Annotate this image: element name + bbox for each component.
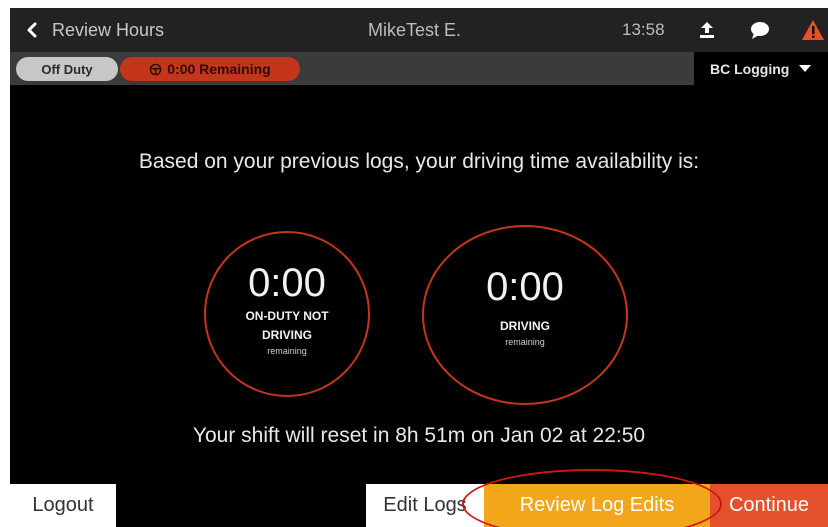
ruleset-dropdown[interactable]: BC Logging <box>694 52 828 85</box>
remaining-time-label: 0:00 Remaining <box>167 61 271 77</box>
warning-icon <box>802 20 824 40</box>
upload-button[interactable] <box>690 8 724 52</box>
driving-gauge: 0:00 DRIVING remaining <box>422 225 628 405</box>
messages-button[interactable] <box>743 8 777 52</box>
steering-wheel-icon <box>149 63 162 75</box>
alerts-button[interactable] <box>798 8 828 52</box>
on-duty-sub: remaining <box>267 346 307 356</box>
continue-label: Continue <box>728 494 810 516</box>
status-bar: Off Duty 0:00 Remaining BC Logging <box>10 52 828 85</box>
continue-button[interactable]: Continue <box>710 484 828 527</box>
on-duty-time: 0:00 <box>248 261 326 305</box>
chevron-left-icon <box>27 22 37 38</box>
clock-time: 13:58 <box>622 20 665 39</box>
driving-time: 0:00 <box>486 265 564 309</box>
driving-sub: remaining <box>505 337 545 347</box>
review-log-edits-button[interactable]: Review Log Edits <box>484 484 710 527</box>
remaining-time-badge[interactable]: 0:00 Remaining <box>120 57 300 81</box>
driving-label: DRIVING <box>499 319 550 333</box>
duty-status-label: Off Duty <box>41 61 93 77</box>
caret-down-icon <box>799 64 812 72</box>
logout-button[interactable]: Logout <box>10 484 116 527</box>
edit-logs-button[interactable]: Edit Logs <box>366 484 484 527</box>
on-duty-not-driving-gauge: 0:00 ON-DUTY NOT DRIVING remaining <box>204 231 370 397</box>
chat-bubble-icon <box>751 22 769 39</box>
top-bar: Review Hours MikeTest E. 13:58 <box>10 8 828 52</box>
back-button[interactable]: Review Hours <box>10 8 230 52</box>
shift-reset-message: Your shift will reset in 8h 51m on Jan 0… <box>192 424 646 447</box>
logout-label: Logout <box>32 494 94 516</box>
review-log-edits-label: Review Log Edits <box>519 494 675 516</box>
ruleset-label: BC Logging <box>710 60 790 77</box>
duty-status-badge[interactable]: Off Duty <box>16 57 118 81</box>
on-duty-label: ON-DUTY NOT DRIVING <box>245 309 329 342</box>
upload-icon <box>700 22 714 38</box>
edit-logs-label: Edit Logs <box>383 494 467 516</box>
availability-headline: Based on your previous logs, your drivin… <box>138 150 700 173</box>
driver-name: MikeTest E. <box>368 20 462 40</box>
back-label: Review Hours <box>52 19 165 40</box>
app-screen: Review Hours MikeTest E. 13:58 Off Duty … <box>10 8 828 527</box>
